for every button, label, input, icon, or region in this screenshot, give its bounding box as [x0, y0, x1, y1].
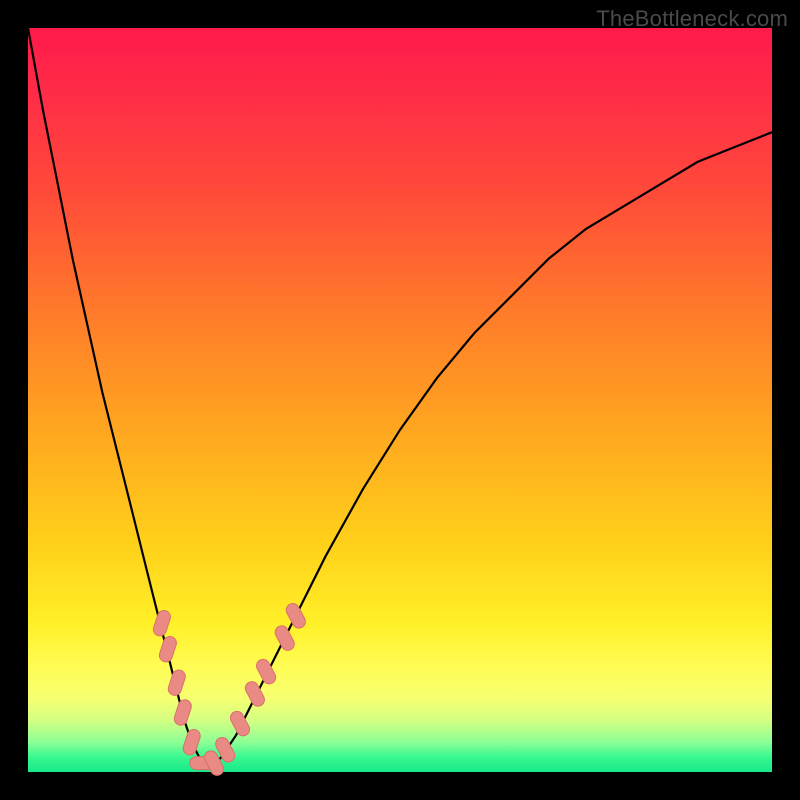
curve-marker [152, 609, 172, 638]
curve-markers [152, 601, 308, 777]
curve-marker [182, 728, 202, 757]
watermark-text: TheBottleneck.com [596, 6, 788, 32]
curve-marker [158, 635, 178, 664]
curve-marker [284, 601, 308, 630]
curve-marker [273, 624, 297, 653]
bottleneck-curve [28, 28, 772, 765]
chart-frame: TheBottleneck.com [0, 0, 800, 800]
curve-marker [173, 698, 193, 727]
curve-marker [167, 668, 187, 697]
curve-marker [228, 709, 252, 738]
plot-area [28, 28, 772, 772]
chart-svg [28, 28, 772, 772]
curve-marker [254, 657, 278, 686]
curve-marker [243, 679, 267, 708]
